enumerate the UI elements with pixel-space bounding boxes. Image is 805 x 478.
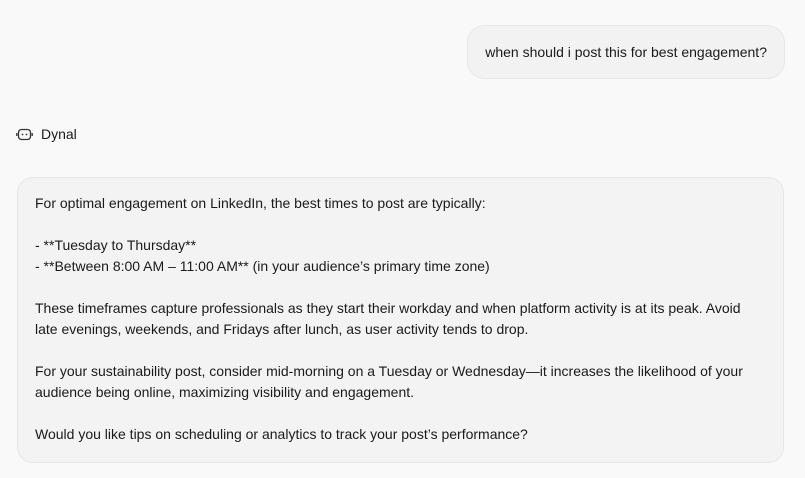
- assistant-header: Dynal: [16, 124, 77, 144]
- assistant-message-bubble: For optimal engagement on LinkedIn, the …: [17, 177, 784, 463]
- bot-icon: [16, 126, 33, 143]
- assistant-paragraph-question: Would you like tips on scheduling or ana…: [35, 426, 528, 442]
- assistant-paragraph-timeframes: These timeframes capture professionals a…: [35, 300, 741, 337]
- assistant-name: Dynal: [41, 126, 77, 142]
- assistant-bullet-hours: - **Between 8:00 AM – 11:00 AM** (in you…: [35, 258, 490, 274]
- user-message-text: when should i post this for best engagem…: [485, 44, 767, 60]
- assistant-intro: For optimal engagement on LinkedIn, the …: [35, 195, 486, 211]
- user-message-bubble: when should i post this for best engagem…: [467, 25, 785, 79]
- chat-page: when should i post this for best engagem…: [0, 0, 805, 478]
- assistant-bullet-days: - **Tuesday to Thursday**: [35, 237, 197, 253]
- assistant-paragraph-recommendation: For your sustainability post, consider m…: [35, 363, 743, 400]
